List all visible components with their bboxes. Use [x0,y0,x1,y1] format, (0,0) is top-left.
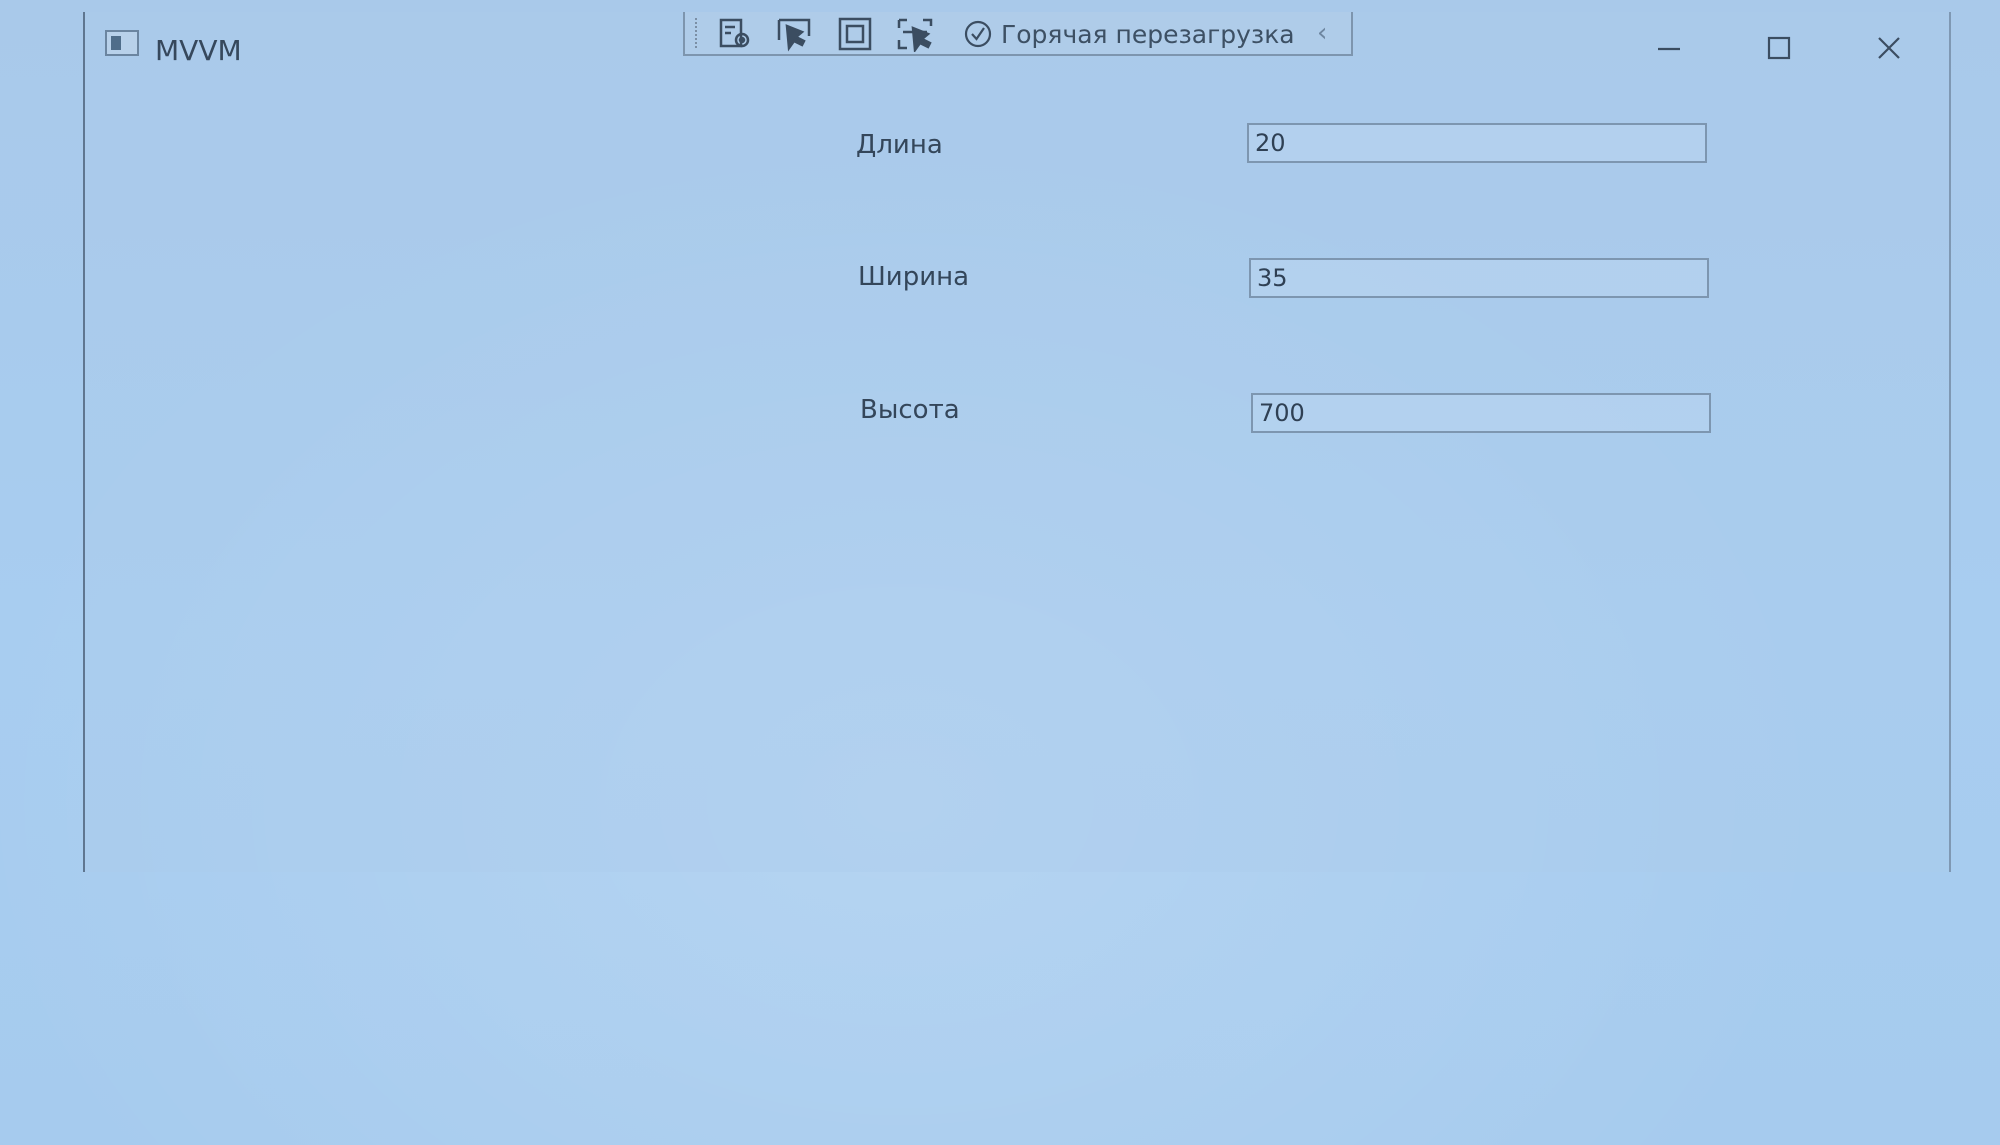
hot-reload-label: Горячая перезагрузка [1001,19,1295,49]
collapse-toolbar-button[interactable]: ‹ [1317,18,1327,48]
maximize-icon [1767,36,1791,60]
length-input[interactable] [1247,123,1707,163]
minimize-button[interactable] [1639,28,1699,68]
check-circle-icon [963,19,993,49]
title-bar[interactable]: MVVM Горячая перезагрузка ‹ [85,12,1949,82]
maximize-button[interactable] [1749,28,1809,68]
width-label: Ширина [858,262,970,292]
select-element-icon[interactable] [775,16,815,52]
length-label: Длина [856,130,943,160]
window-title: MVVM [155,34,242,67]
toolbar-grip[interactable] [695,18,702,48]
width-input[interactable] [1249,258,1709,298]
app-window: MVVM Горячая перезагрузка ‹ Длина 20 Шир… [83,12,1951,872]
close-icon [1878,37,1900,59]
close-button[interactable] [1859,28,1919,68]
height-input[interactable] [1251,393,1711,433]
xaml-runtime-toolbar: Горячая перезагрузка ‹ [683,12,1353,56]
live-visual-tree-icon[interactable] [715,16,755,52]
hot-reload-status[interactable]: Горячая перезагрузка [963,18,1295,50]
height-label: Высота [860,395,960,425]
track-focused-element-icon[interactable] [895,16,935,52]
window-app-icon [105,30,139,56]
display-layout-adorners-icon[interactable] [835,16,875,52]
minimize-icon [1658,47,1680,51]
window-controls [1639,28,1919,68]
